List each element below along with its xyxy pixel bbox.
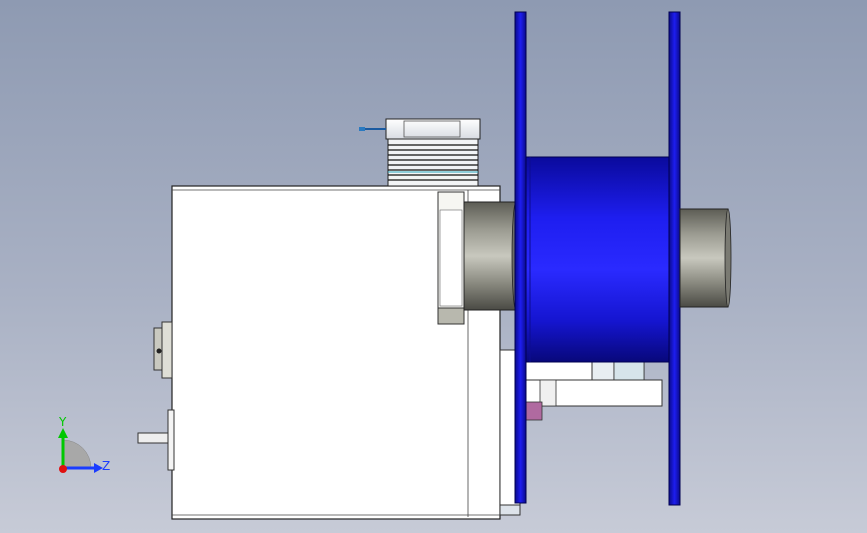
top-motor[interactable] [359, 118, 481, 187]
cad-viewport[interactable]: Y Z [0, 0, 867, 533]
reel-right-flange[interactable] [668, 11, 681, 506]
reel-left-flange[interactable] [514, 11, 527, 504]
bearing-plate[interactable] [437, 191, 465, 325]
inner-hub[interactable] [463, 201, 521, 311]
left-shaft[interactable] [137, 409, 175, 471]
triad-origin [59, 465, 67, 473]
reel-assembly-model[interactable]: Y Z [0, 0, 867, 533]
side-connector[interactable] [153, 321, 173, 379]
y-axis-arrowhead [58, 428, 68, 438]
y-axis-label: Y [58, 415, 67, 429]
triad-quadrant [62, 439, 92, 469]
z-axis-label: Z [102, 459, 110, 473]
coordinate-triad: Y Z [58, 415, 110, 473]
reel-drum[interactable] [525, 156, 671, 363]
outer-hub[interactable] [679, 208, 732, 308]
